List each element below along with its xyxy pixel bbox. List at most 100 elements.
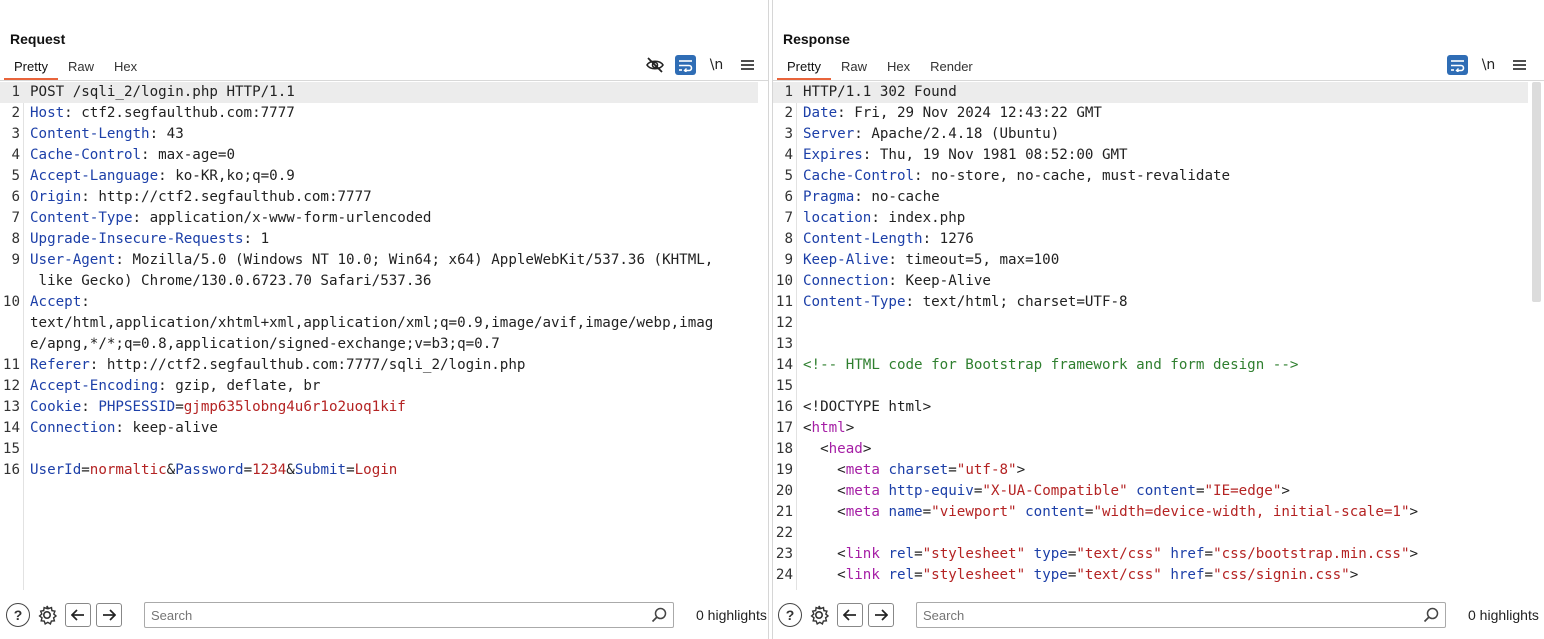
code-line[interactable]: 15 [0,439,758,460]
code-line[interactable]: 2 Host: ctf2.segfaulthub.com:7777 [0,103,758,124]
code-text: Content-Type: text/html; charset=UTF-8 [797,292,1128,313]
code-text: Accept-Encoding: gzip, deflate, br [24,376,320,397]
code-line[interactable]: 13 [773,334,1528,355]
line-number: 15 [2,441,20,457]
token: Server [803,126,855,142]
token: name [888,504,923,520]
token: Connection [30,420,116,436]
token: head [828,441,863,457]
request-tab-pretty[interactable]: Pretty [4,58,58,80]
magnifier-icon[interactable] [1423,607,1439,623]
help-button[interactable]: ? [778,603,802,627]
token: Origin [30,189,82,205]
code-line[interactable]: 4 Expires: Thu, 19 Nov 1981 08:52:00 GMT [773,145,1528,166]
code-line[interactable]: 9 User-Agent: Mozilla/5.0 (Windows NT 10.… [0,250,758,271]
line-number: 9 [784,252,793,268]
code-text: <head> [797,439,871,460]
code-line[interactable]: 16 UserId=normaltic&Password=1234&Submit=… [0,460,758,481]
back-button[interactable] [65,603,91,627]
code-line[interactable]: 5 Accept-Language: ko-KR,ko;q=0.9 [0,166,758,187]
word-wrap-toggle[interactable] [675,55,696,75]
response-tab-render[interactable]: Render [920,58,983,80]
code-line[interactable]: 7 location: index.php [773,208,1528,229]
code-line[interactable]: 24 <link rel="stylesheet" type="text/css… [773,565,1528,586]
request-menu-button[interactable] [737,55,758,75]
code-line[interactable]: e/apng,*/*;q=0.8,application/signed-exch… [0,334,758,355]
token: Content-Type [30,210,133,226]
token: > [1409,546,1419,562]
line-number: 15 [775,378,793,394]
line-number [0,271,24,292]
code-line[interactable]: 18 <head> [773,439,1528,460]
hide-nonprintable-button[interactable] [644,55,665,75]
code-line[interactable]: 23 <link rel="stylesheet" type="text/css… [773,544,1528,565]
settings-button[interactable] [34,603,60,627]
response-menu-button[interactable] [1509,55,1530,75]
show-newlines-toggle[interactable]: \n [706,55,727,75]
token: < [803,420,812,436]
token: > [1281,483,1290,499]
code-line[interactable]: 4 Cache-Control: max-age=0 [0,145,758,166]
code-line[interactable]: 21 <meta name="viewport" content="width=… [773,502,1528,523]
code-line[interactable]: like Gecko) Chrome/130.0.6723.70 Safari/… [0,271,758,292]
code-text: Connection: Keep-Alive [797,271,991,292]
code-line[interactable]: 6 Pragma: no-cache [773,187,1528,208]
line-number: 16 [2,462,20,478]
code-line[interactable]: 17 <html> [773,418,1528,439]
response-search-input[interactable] [917,603,1445,627]
token: : ko-KR,ko;q=0.9 [158,168,295,184]
code-line[interactable]: 9 Keep-Alive: timeout=5, max=100 [773,250,1528,271]
code-line[interactable]: 8 Content-Length: 1276 [773,229,1528,250]
code-line[interactable]: 7 Content-Type: application/x-www-form-ur… [0,208,758,229]
code-line[interactable]: 12 [773,313,1528,334]
magnifier-icon[interactable] [651,607,667,623]
token: type [1033,546,1068,562]
request-editor[interactable]: 1 POST /sqli_2/login.php HTTP/1.1 2 Host: c… [0,82,758,590]
code-line[interactable]: 6 Origin: http://ctf2.segfaulthub.com:777… [0,187,758,208]
line-number: 13 [2,399,20,415]
code-text: Content-Type: application/x-www-form-url… [24,208,431,229]
forward-button[interactable] [96,603,122,627]
line-number [0,313,24,334]
code-line[interactable]: 22 [773,523,1528,544]
help-button[interactable]: ? [6,603,30,627]
code-line[interactable]: 3 Server: Apache/2.4.18 (Ubuntu) [773,124,1528,145]
code-line[interactable]: 5 Cache-Control: no-store, no-cache, must… [773,166,1528,187]
code-line[interactable]: 12 Accept-Encoding: gzip, deflate, br [0,376,758,397]
request-search-input[interactable] [145,603,673,627]
request-tab-raw[interactable]: Raw [58,58,104,80]
code-line[interactable]: 10 Connection: Keep-Alive [773,271,1528,292]
request-tab-hex[interactable]: Hex [104,58,147,80]
code-line[interactable]: 14 <!-- HTML code for Bootstrap framework… [773,355,1528,376]
code-line[interactable]: 1 POST /sqli_2/login.php HTTP/1.1 [0,82,758,103]
code-line[interactable]: 3 Content-Length: 43 [0,124,758,145]
code-line[interactable]: 10 Accept: [0,292,758,313]
code-line[interactable]: 2 Date: Fri, 29 Nov 2024 12:43:22 GMT [773,103,1528,124]
code-line[interactable]: 16 <!DOCTYPE html> [773,397,1528,418]
forward-button[interactable] [868,603,894,627]
response-scrollbar[interactable] [1532,82,1541,302]
line-number: 24 [775,567,793,583]
back-button[interactable] [837,603,863,627]
code-line[interactable]: 15 [773,376,1528,397]
response-tab-raw[interactable]: Raw [831,58,877,80]
code-line[interactable]: 19 <meta charset="utf-8"> [773,460,1528,481]
response-tab-hex[interactable]: Hex [877,58,920,80]
response-editor[interactable]: 1 HTTP/1.1 302 Found 2 Date: Fri, 29 Nov 20… [773,82,1528,590]
settings-button[interactable] [806,603,832,627]
arrow-right-icon [103,609,116,621]
response-tab-pretty[interactable]: Pretty [777,58,831,80]
code-line[interactable]: 1 HTTP/1.1 302 Found [773,82,1528,103]
code-line[interactable]: 8 Upgrade-Insecure-Requests: 1 [0,229,758,250]
code-line[interactable]: 13 Cookie: PHPSESSID=gjmp635lobng4u6r1o2u… [0,397,758,418]
word-wrap-toggle[interactable] [1447,55,1468,75]
code-text: <!-- HTML code for Bootstrap framework a… [797,355,1298,376]
line-number: 8 [11,231,20,247]
code-line[interactable]: text/html,application/xhtml+xml,applicat… [0,313,758,334]
show-newlines-toggle[interactable]: \n [1478,55,1499,75]
code-line[interactable]: 14 Connection: keep-alive [0,418,758,439]
code-line[interactable]: 20 <meta http-equiv = "X-UA-Compatible" co… [773,481,1528,502]
code-line[interactable]: 11 Content-Type: text/html; charset=UTF-8 [773,292,1528,313]
code-line[interactable]: 11 Referer: http://ctf2.segfaulthub.com:7… [0,355,758,376]
